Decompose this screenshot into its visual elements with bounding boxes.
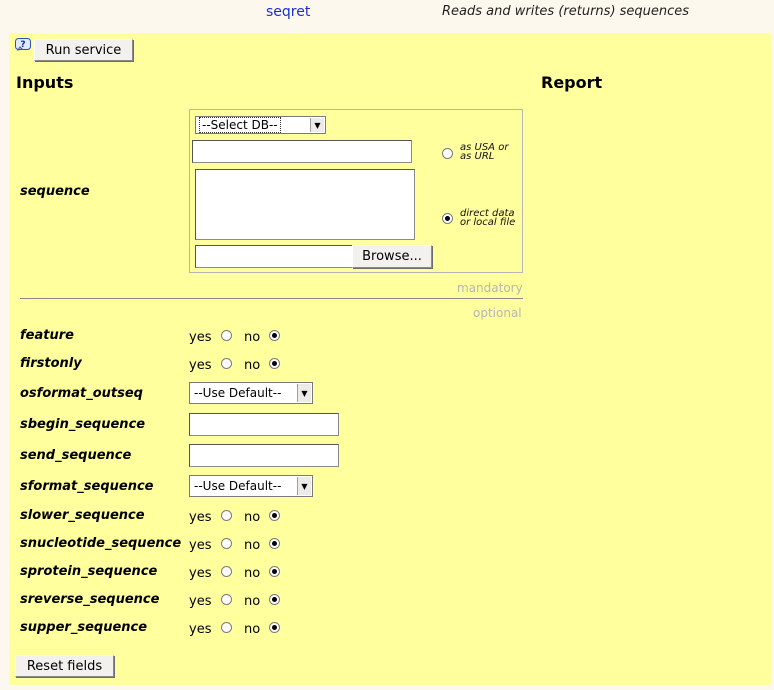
sprotein-sequence-yes-label: yes <box>189 566 212 581</box>
mandatory-label: mandatory <box>457 281 523 295</box>
sformat-sequence-select[interactable]: --Use Default-- ▼ <box>189 475 313 497</box>
help-icon[interactable]: ? <box>15 38 31 52</box>
divider <box>20 298 523 299</box>
sequence-label: sequence <box>20 184 90 199</box>
firstonly-yes-label: yes <box>189 358 212 373</box>
usa-radio[interactable] <box>442 148 453 159</box>
sreverse-sequence-yes-radio[interactable] <box>221 594 232 605</box>
send-sequence-label: send_sequence <box>20 448 132 463</box>
feature-no-radio[interactable] <box>269 330 280 341</box>
usa-input[interactable] <box>192 140 412 163</box>
snucleotide-sequence-label: snucleotide_sequence <box>20 536 182 551</box>
supper-sequence-label: supper_sequence <box>20 620 148 635</box>
slower-sequence-yes-radio[interactable] <box>221 510 232 521</box>
sformat-sequence-label: sformat_sequence <box>20 479 154 494</box>
sreverse-sequence-no-radio[interactable] <box>269 594 280 605</box>
usa-option-label: as USA or as URL <box>460 142 509 162</box>
direct-option-label: direct data or local file <box>460 208 516 228</box>
slower-sequence-no-label: no <box>244 510 261 525</box>
firstonly-no-radio[interactable] <box>269 358 280 369</box>
firstonly-yes-radio[interactable] <box>221 358 232 369</box>
slower-sequence-yes-label: yes <box>189 510 212 525</box>
browse-button[interactable]: Browse... <box>352 245 432 268</box>
snucleotide-sequence-yes-radio[interactable] <box>221 538 232 549</box>
send-sequence-input[interactable] <box>189 444 339 467</box>
feature-no-label: no <box>244 330 261 345</box>
sprotein-sequence-no-label: no <box>244 566 261 581</box>
supper-sequence-no-radio[interactable] <box>269 622 280 633</box>
osformat-outseq-label: osformat_outseq <box>20 386 143 401</box>
reset-fields-button[interactable]: Reset fields <box>15 655 114 677</box>
db-select-value: --Select DB-- <box>199 117 281 133</box>
firstonly-no-label: no <box>244 358 261 373</box>
osformat-outseq-select[interactable]: --Use Default-- ▼ <box>189 382 313 404</box>
tool-name-link[interactable]: seqret <box>266 4 310 20</box>
sprotein-sequence-no-radio[interactable] <box>269 566 280 577</box>
supper-sequence-yes-label: yes <box>189 622 212 637</box>
snucleotide-sequence-yes-label: yes <box>189 538 212 553</box>
inputs-heading: Inputs <box>16 73 74 92</box>
sreverse-sequence-no-label: no <box>244 594 261 609</box>
tool-description: Reads and writes (returns) sequences <box>442 4 690 19</box>
optional-label: optional <box>473 306 522 320</box>
supper-sequence-no-label: no <box>244 622 261 637</box>
slower-sequence-no-radio[interactable] <box>269 510 280 521</box>
sreverse-sequence-label: sreverse_sequence <box>20 592 160 607</box>
sbegin-sequence-input[interactable] <box>189 413 339 436</box>
svg-text:?: ? <box>20 40 25 50</box>
supper-sequence-yes-radio[interactable] <box>221 622 232 633</box>
db-select[interactable]: --Select DB-- ▼ <box>195 116 326 134</box>
direct-data-radio[interactable] <box>442 213 453 224</box>
snucleotide-sequence-no-label: no <box>244 538 261 553</box>
snucleotide-sequence-no-radio[interactable] <box>269 538 280 549</box>
slower-sequence-label: slower_sequence <box>20 508 145 523</box>
chevron-down-icon: ▼ <box>310 118 324 132</box>
run-service-button[interactable]: Run service <box>34 39 133 61</box>
firstonly-label: firstonly <box>20 356 82 371</box>
file-input[interactable] <box>195 245 353 268</box>
sprotein-sequence-yes-radio[interactable] <box>221 566 232 577</box>
sbegin-sequence-label: sbegin_sequence <box>20 417 146 432</box>
sreverse-sequence-yes-label: yes <box>189 594 212 609</box>
feature-label: feature <box>20 328 74 343</box>
feature-yes-label: yes <box>189 330 212 345</box>
report-heading: Report <box>541 73 603 92</box>
chevron-down-icon: ▼ <box>297 477 311 495</box>
chevron-down-icon: ▼ <box>297 384 311 402</box>
direct-data-textarea[interactable] <box>195 169 415 240</box>
feature-yes-radio[interactable] <box>221 330 232 341</box>
sprotein-sequence-label: sprotein_sequence <box>20 564 158 579</box>
